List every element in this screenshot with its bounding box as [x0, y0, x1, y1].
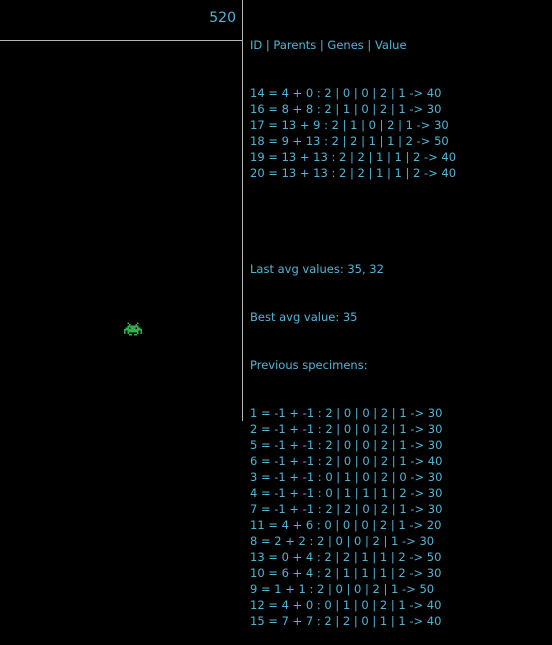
panel-divider: [242, 0, 243, 421]
specimen-row: 14 = 4 + 0 : 2 | 0 | 0 | 2 | 1 -> 40: [250, 86, 442, 100]
current-specimens-list: 14 = 4 + 0 : 2 | 0 | 0 | 2 | 1 -> 40 16 =…: [250, 85, 550, 181]
genetics-panel: ID | Parents | Genes | Value 14 = 4 + 0 …: [250, 5, 550, 645]
specimen-row: 13 = 0 + 4 : 2 | 2 | 1 | 1 | 2 -> 50: [250, 550, 442, 564]
specimen-row: 11 = 4 + 6 : 0 | 0 | 0 | 2 | 1 -> 20: [250, 518, 442, 532]
specimen-row: 20 = 13 + 13 : 2 | 2 | 1 | 1 | 2 -> 40: [250, 166, 457, 180]
specimen-row: 16 = 8 + 8 : 2 | 1 | 0 | 2 | 1 -> 30: [250, 102, 442, 116]
score-display: 520: [209, 10, 236, 26]
game-area[interactable]: 520: [0, 0, 242, 421]
specimen-row: 12 = 4 + 0 : 0 | 1 | 0 | 2 | 1 -> 40: [250, 598, 442, 612]
specimen-row: 19 = 13 + 13 : 2 | 2 | 1 | 1 | 2 -> 40: [250, 150, 457, 164]
last-avg-values: Last avg values: 35, 32: [250, 262, 384, 276]
specimen-row: 8 = 2 + 2 : 2 | 0 | 0 | 2 | 1 -> 30: [250, 534, 435, 548]
panel-header: ID | Parents | Genes | Value: [250, 38, 407, 52]
top-boundary-line: [0, 40, 242, 41]
specimen-row: 18 = 9 + 13 : 2 | 2 | 1 | 1 | 2 -> 50: [250, 134, 449, 148]
specimen-row: 2 = -1 + -1 : 2 | 0 | 0 | 2 | 1 -> 30: [250, 422, 443, 436]
specimen-row: 17 = 13 + 9 : 2 | 1 | 0 | 2 | 1 -> 30: [250, 118, 449, 132]
specimen-row: 4 = -1 + -1 : 0 | 1 | 1 | 1 | 2 -> 30: [250, 486, 443, 500]
specimen-row: 7 = -1 + -1 : 2 | 2 | 0 | 2 | 1 -> 30: [250, 502, 443, 516]
specimen-row: 1 = -1 + -1 : 2 | 0 | 0 | 2 | 1 -> 30: [250, 406, 443, 420]
specimen-row: 3 = -1 + -1 : 0 | 1 | 0 | 2 | 0 -> 30: [250, 470, 443, 484]
best-avg-value: Best avg value: 35: [250, 310, 358, 324]
specimen-row: 5 = -1 + -1 : 2 | 0 | 0 | 2 | 1 -> 30: [250, 438, 443, 452]
previous-specimens-list: 1 = -1 + -1 : 2 | 0 | 0 | 2 | 1 -> 30 2 =…: [250, 405, 550, 629]
specimen-row: 6 = -1 + -1 : 2 | 0 | 0 | 2 | 1 -> 40: [250, 454, 443, 468]
previous-specimens-title: Previous specimens:: [250, 358, 368, 372]
specimen-row: 10 = 6 + 4 : 2 | 1 | 1 | 1 | 2 -> 30: [250, 566, 442, 580]
specimen-row: 9 = 1 + 1 : 2 | 0 | 0 | 2 | 1 -> 50: [250, 582, 435, 596]
specimen-row: 15 = 7 + 7 : 2 | 2 | 0 | 1 | 1 -> 40: [250, 614, 442, 628]
space-invader-icon: [124, 322, 142, 336]
